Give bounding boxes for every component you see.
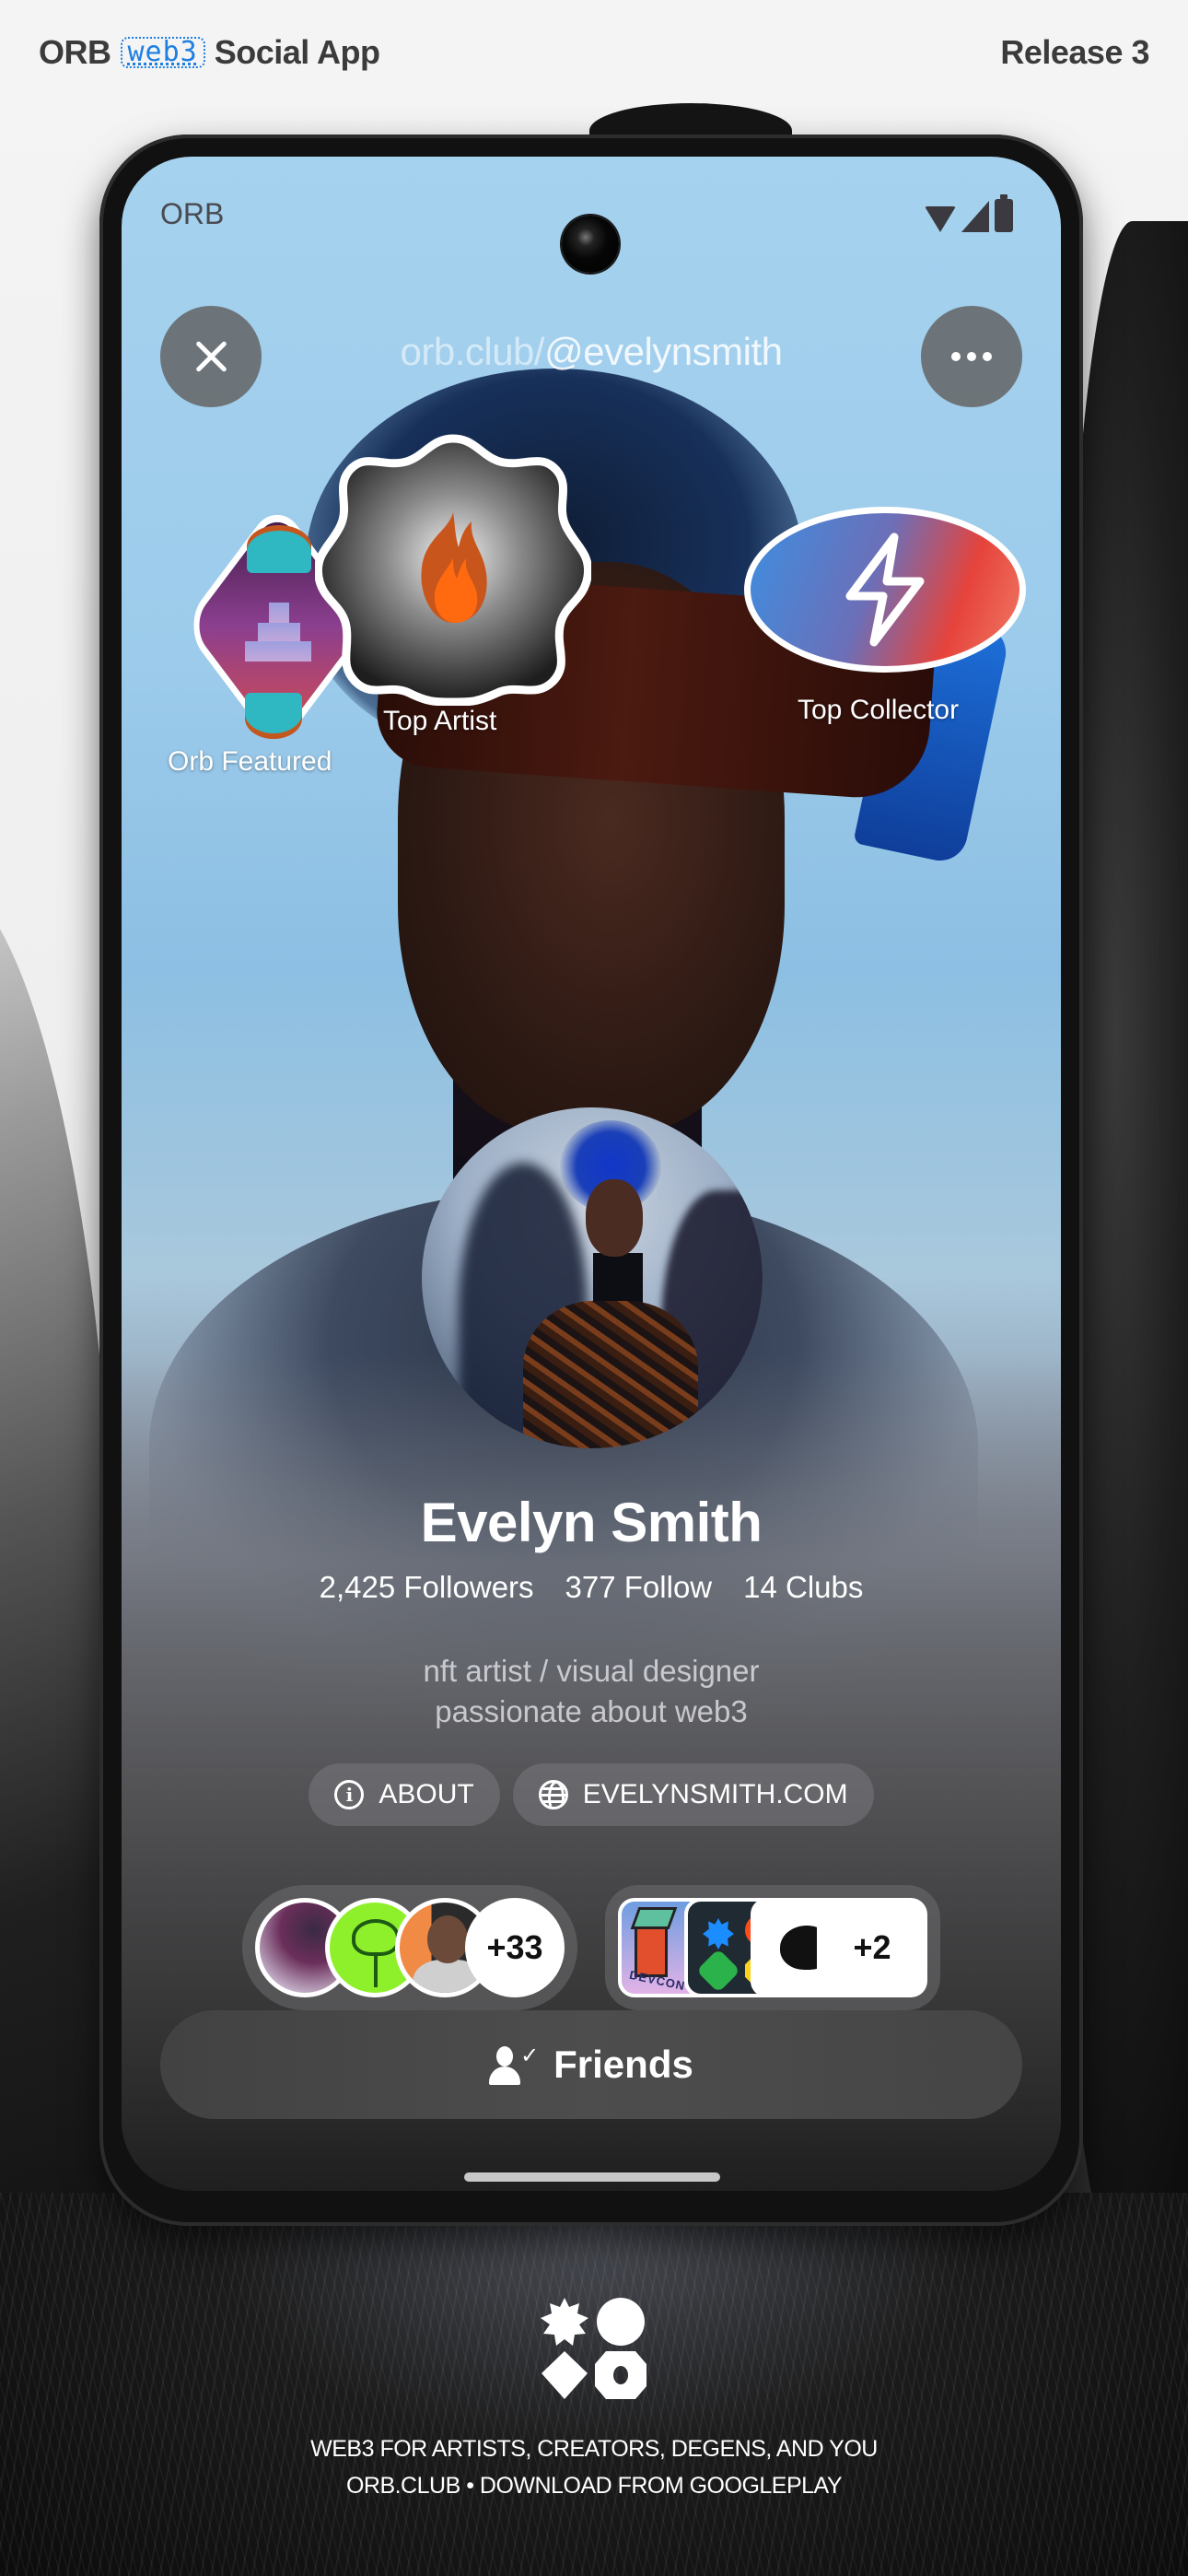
logo-diamond <box>542 2351 588 2399</box>
battery-icon <box>995 194 1013 232</box>
wifi-icon <box>925 206 956 232</box>
profile-links: i ABOUT EVELYNSMITH.COM <box>122 1763 1061 1826</box>
status-bar: ORB <box>122 193 1061 273</box>
globe-icon <box>538 1780 568 1809</box>
logo-circle <box>597 2298 645 2346</box>
star-shape <box>703 1918 734 1950</box>
avatar-face <box>586 1179 643 1257</box>
status-carrier: ORB <box>160 197 225 230</box>
profile-url: orb.club/@evelynsmith <box>269 330 914 374</box>
stat-follow[interactable]: 377 Follow <box>565 1570 713 1605</box>
profile-url-handle: @evelynsmith <box>544 330 783 373</box>
profile-bio: nft artist / visual designer passionate … <box>122 1651 1061 1732</box>
lightning-icon <box>845 533 925 647</box>
footer-sub: ORB.CLUB • DOWNLOAD FROM GOOGLEPLAY <box>345 2473 843 2499</box>
clubs-more-count: +2 <box>817 1898 927 1997</box>
stat-clubs[interactable]: 14 Clubs <box>743 1570 863 1605</box>
orb-logo-icon <box>541 2298 646 2399</box>
more-button[interactable] <box>921 306 1022 407</box>
logo-nut <box>595 2351 646 2399</box>
profile-url-prefix: orb.club/ <box>400 330 545 373</box>
bio-line: passionate about web3 <box>435 1694 748 1728</box>
diamond-shape <box>695 1948 741 1994</box>
page-header: ORB web3 Social App Release 3 <box>39 31 1149 74</box>
orb-featured-step <box>245 641 311 662</box>
close-button[interactable] <box>160 306 262 407</box>
orb-featured-step <box>258 623 300 643</box>
avatar[interactable] <box>422 1107 763 1448</box>
flame-badge-shape <box>315 434 591 706</box>
friends-label: Friends <box>553 2043 693 2086</box>
brand-title: ORB web3 Social App <box>39 33 380 72</box>
release-label: Release 3 <box>1000 33 1149 71</box>
orb-featured-bottom-cap <box>245 693 302 733</box>
clubs-stack[interactable]: DEVCON +2 <box>605 1885 940 2010</box>
badge-label-orb-featured: Orb Featured <box>168 746 332 777</box>
website-link[interactable]: EVELYNSMITH.COM <box>512 1763 874 1826</box>
friends-button[interactable]: ✓ Friends <box>160 2010 1022 2119</box>
footer-tagline: WEB3 FOR ARTISTS, CREATORS, DEGENS, AND … <box>310 2436 878 2462</box>
profile-stats: 2,425 Followers 377 Follow 14 Clubs <box>122 1570 1061 1605</box>
friends-avatar-stack[interactable]: +33 <box>242 1885 577 2010</box>
avatar-coat <box>523 1301 698 1448</box>
sprout-icon <box>352 1919 400 1987</box>
stat-followers[interactable]: 2,425 Followers <box>320 1570 534 1605</box>
info-icon: i <box>334 1780 365 1809</box>
friend-head <box>427 1915 468 1963</box>
signal-icon <box>961 201 989 232</box>
devcon-logo-top <box>630 1907 678 1929</box>
front-camera <box>562 216 619 273</box>
logo-star <box>541 2298 588 2346</box>
about-label: ABOUT <box>379 1779 474 1809</box>
collector-badge-shape <box>744 507 1026 673</box>
orb-featured-step <box>269 603 289 625</box>
status-icons <box>925 194 1013 232</box>
friends-more-count: +33 <box>465 1898 565 1997</box>
brand-prefix: ORB <box>39 33 111 71</box>
about-button[interactable]: i ABOUT <box>309 1763 500 1826</box>
more-icon <box>951 352 992 361</box>
close-icon <box>192 338 229 375</box>
brand-suffix: Social App <box>214 33 380 71</box>
orb-featured-top-cap <box>247 531 311 573</box>
website-label: EVELYNSMITH.COM <box>582 1779 848 1809</box>
badge-label-top-collector: Top Collector <box>798 695 960 725</box>
profile-name: Evelyn Smith <box>420 1492 763 1553</box>
phone-frame: ORB orb.club/@evelynsmith Orb Featured T… <box>99 135 1083 2226</box>
home-indicator[interactable] <box>464 2172 720 2182</box>
badge-top-collector[interactable] <box>744 507 1026 673</box>
badge-top-artist[interactable] <box>315 429 591 706</box>
badge-label-top-artist: Top Artist <box>383 706 497 736</box>
footer-text: WEB3 FOR ARTISTS, CREATORS, DEGENS, AND … <box>0 2430 1188 2504</box>
brand-tag: web3 <box>120 37 205 68</box>
phone-screen: ORB orb.club/@evelynsmith Orb Featured T… <box>122 157 1061 2191</box>
user-check-icon: ✓ <box>489 2043 541 2085</box>
bio-line: nft artist / visual designer <box>423 1654 760 1688</box>
